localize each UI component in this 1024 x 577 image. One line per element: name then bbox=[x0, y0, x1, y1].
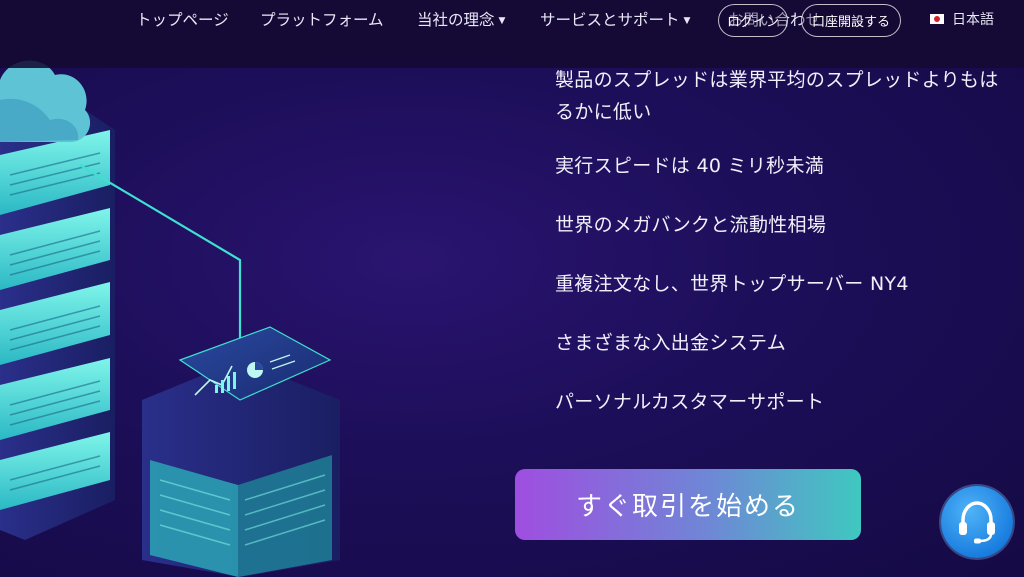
login-button-label: ログイン bbox=[726, 15, 779, 30]
server-cloud-illustration bbox=[0, 60, 340, 577]
feature-item: 製品のスプレッドは業界平均のスプレッドよりもはるかに低い bbox=[555, 69, 999, 123]
nav-item-label: プラットフォーム bbox=[260, 11, 384, 29]
customer-support-button[interactable] bbox=[941, 486, 1013, 558]
nav-item-home[interactable]: トップページ bbox=[136, 8, 229, 30]
feature-item: 世界のメガバンクと流動性相場 bbox=[555, 214, 827, 236]
feature-item: 実行スピードは 40 ミリ秒未満 bbox=[555, 155, 825, 177]
chevron-down-icon: ▼ bbox=[683, 16, 691, 26]
start-trading-button[interactable]: すぐ取引を始める bbox=[515, 469, 861, 540]
language-selector[interactable]: 日本語 bbox=[930, 9, 994, 29]
top-navigation: トップページ プラットフォーム 当社の理念 ▼ サービスとサポート ▼ お問い合わせ… bbox=[0, 0, 1024, 68]
language-label: 日本語 bbox=[952, 12, 994, 28]
start-trading-button-label: すぐ取引を始める bbox=[575, 492, 800, 522]
feature-item: さまざまな入出金システム bbox=[555, 332, 787, 354]
nav-item-philosophy[interactable]: 当社の理念 ▼ bbox=[417, 8, 505, 30]
nav-item-label: 当社の理念 bbox=[417, 11, 495, 29]
headset-icon bbox=[959, 501, 995, 544]
feature-list: 製品のスプレッドは業界平均のスプレッドよりもはるかに低い 実行スピードは 40 … bbox=[555, 64, 1005, 445]
chevron-down-icon: ▼ bbox=[498, 16, 506, 26]
nav-item-label: トップページ bbox=[136, 11, 229, 29]
nav-item-services[interactable]: サービスとサポート ▼ bbox=[540, 8, 690, 30]
feature-item: 重複注文なし、世界トップサーバー NY4 bbox=[555, 273, 909, 295]
cloud-icon bbox=[0, 60, 91, 142]
nav-item-platform[interactable]: プラットフォーム bbox=[260, 8, 384, 30]
feature-item: パーソナルカスタマーサポート bbox=[555, 391, 825, 413]
open-account-button[interactable]: 口座開設する bbox=[801, 4, 901, 37]
login-button[interactable]: ログイン bbox=[718, 4, 788, 37]
nav-item-label: サービスとサポート bbox=[540, 11, 680, 29]
server-block-right bbox=[142, 326, 340, 577]
japan-flag-icon bbox=[930, 14, 944, 24]
open-account-button-label: 口座開設する bbox=[811, 15, 890, 30]
